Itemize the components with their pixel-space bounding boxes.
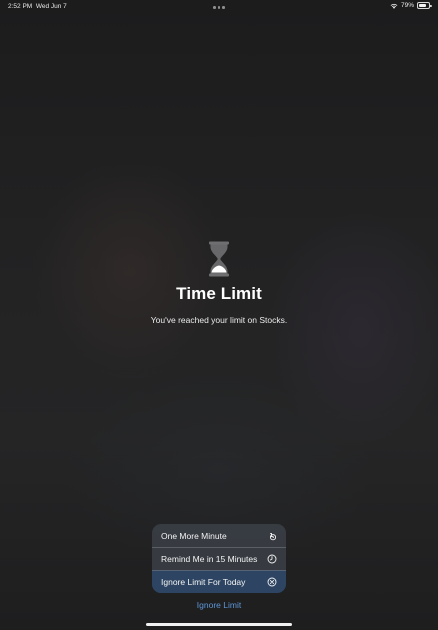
multitasking-dots-icon[interactable] — [213, 6, 225, 9]
menu-item-label: Remind Me in 15 Minutes — [161, 554, 258, 564]
page-title: Time Limit — [176, 284, 262, 303]
status-date: Wed Jun 7 — [35, 3, 67, 10]
remind-me-item[interactable]: Remind Me in 15 Minutes — [152, 547, 286, 570]
time-limit-menu: One More Minute 1 Remind Me in 15 Minute… — [152, 524, 286, 593]
one-minute-icon: 1 — [267, 531, 277, 541]
status-time: 2:52 PM Wed Jun 7 — [8, 3, 67, 10]
battery-icon — [417, 2, 432, 9]
hourglass-icon — [209, 241, 229, 277]
x-circle-icon — [267, 577, 277, 587]
ignore-today-item[interactable]: Ignore Limit For Today — [152, 570, 286, 593]
menu-item-label: Ignore Limit For Today — [161, 577, 246, 587]
home-indicator[interactable] — [146, 623, 292, 626]
status-bar: 2:52 PM Wed Jun 7 79% — [0, 0, 438, 14]
clock-icon — [267, 554, 277, 564]
battery-percent: 79% — [400, 2, 414, 9]
ignore-limit-button[interactable]: Ignore Limit — [0, 600, 438, 610]
status-clock: 2:52 PM — [8, 3, 33, 10]
wifi-icon — [390, 3, 398, 9]
limit-message: You've reached your limit on Stocks. — [150, 315, 288, 325]
one-more-minute-item[interactable]: One More Minute 1 — [152, 524, 286, 547]
battery-fill — [419, 4, 427, 7]
menu-item-label: One More Minute — [161, 530, 227, 541]
status-right: 79% — [390, 2, 432, 9]
